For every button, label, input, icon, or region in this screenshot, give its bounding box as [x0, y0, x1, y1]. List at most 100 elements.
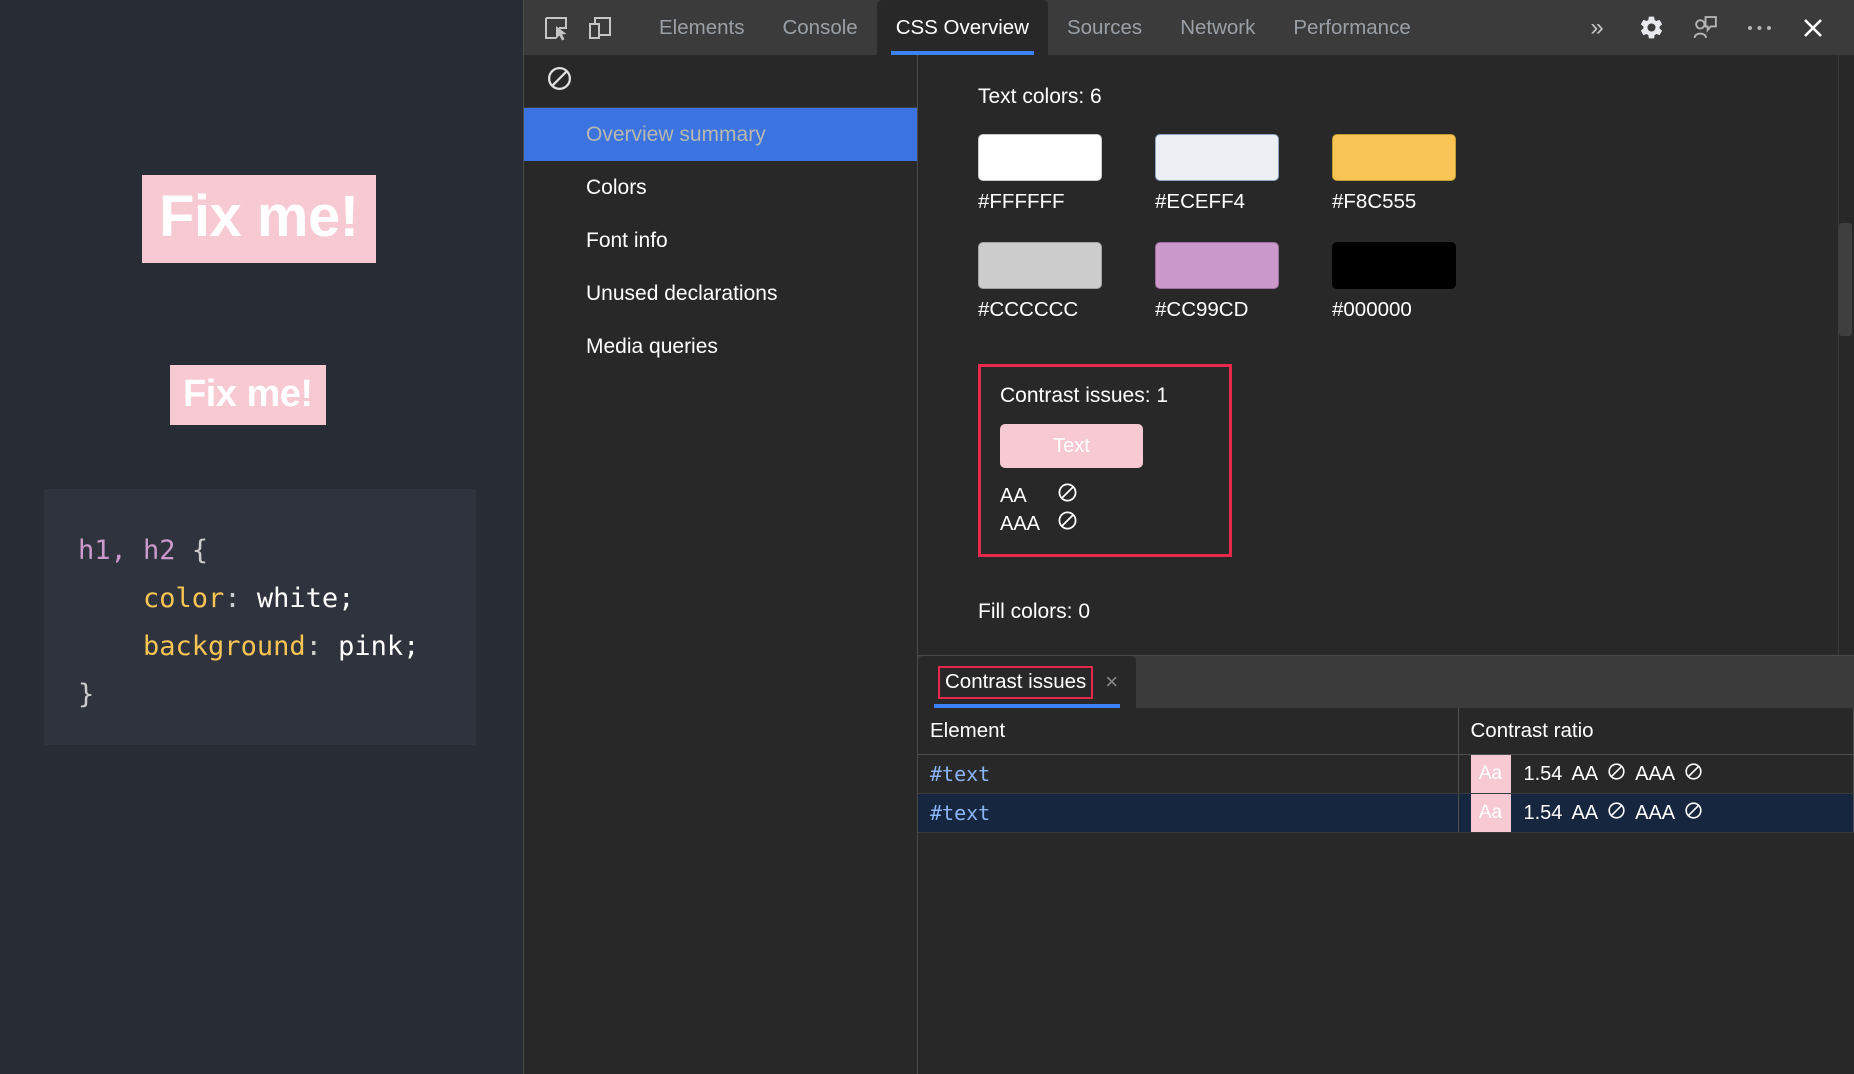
overview-scrollbar[interactable] — [1838, 55, 1854, 655]
row-aa-label: AA — [1571, 762, 1599, 785]
no-entry-icon[interactable] — [546, 65, 573, 97]
color-swatch-cccccc[interactable] — [978, 242, 1102, 289]
color-swatch-ffffff[interactable] — [978, 134, 1102, 181]
color-swatch-ffffff-label: #FFFFFF — [978, 190, 1065, 213]
code-colon-2: : — [305, 631, 339, 662]
swatch-cell: #000000 — [1332, 242, 1509, 322]
tab-sources[interactable]: Sources — [1048, 0, 1161, 55]
table-row[interactable]: #text Aa 1.54 AA AAA — [918, 754, 1854, 794]
swatch-cell: #ECEFF4 — [1155, 134, 1332, 214]
color-swatch-000000-label: #000000 — [1332, 298, 1412, 321]
rendered-page-viewport: Fix me! Fix me! h1, h2 { color: white; b… — [0, 0, 524, 1074]
table-header-row: Element Contrast ratio — [918, 708, 1854, 755]
devtools-panel: Elements Console CSS Overview Sources Ne… — [524, 0, 1854, 1074]
row-aaa-label: AAA — [1635, 762, 1676, 785]
devtools-tabbar: Elements Console CSS Overview Sources Ne… — [524, 0, 1854, 55]
code-close-brace: } — [78, 679, 95, 710]
sidebar-item-unused-declarations[interactable]: Unused declarations — [524, 267, 917, 320]
color-swatch-f8c555[interactable] — [1332, 134, 1456, 181]
aaa-fail-icon — [1057, 510, 1078, 538]
ratio-text-group: 1.54 AA AAA — [1524, 801, 1704, 826]
page-heading-1: Fix me! — [142, 175, 376, 263]
css-code-block: h1, h2 { color: white; background: pink;… — [44, 489, 476, 745]
more-tabs-chevron-icon[interactable]: » — [1570, 6, 1624, 50]
ratio-cell-inner: Aa 1.54 AA AAA — [1470, 755, 1854, 793]
color-swatch-f8c555-label: #F8C555 — [1332, 190, 1417, 213]
devtools-main-column: Text colors: 6 #FFFFFF #ECEFF4 #F8C555 #… — [918, 55, 1854, 1074]
drawer-tab-close-icon[interactable]: × — [1105, 669, 1118, 695]
code-value-white: white; — [256, 583, 355, 614]
row-aaa-label: AAA — [1635, 801, 1676, 824]
color-swatch-eceff4[interactable] — [1155, 134, 1279, 181]
more-options-icon[interactable] — [1732, 6, 1786, 50]
tab-elements[interactable]: Elements — [640, 0, 763, 55]
contrast-preview-chip: Aa — [1470, 755, 1511, 793]
code-selector: h1, h2 — [78, 535, 176, 566]
drawer-tab-bar: Contrast issues × — [918, 656, 1854, 708]
cell-element[interactable]: #text — [918, 793, 1459, 833]
aa-fail-icon — [1057, 482, 1078, 510]
row-aa-fail-icon — [1607, 801, 1626, 826]
column-header-contrast-ratio[interactable]: Contrast ratio — [1458, 708, 1854, 755]
feedback-icon[interactable] — [1678, 6, 1732, 50]
contrast-aa-label: AA — [1000, 484, 1027, 507]
tab-css-overview-label: CSS Overview — [895, 15, 1029, 39]
sidebar-item-colors[interactable]: Colors — [524, 161, 917, 214]
text-colors-swatch-grid: #FFFFFF #ECEFF4 #F8C555 #CCCCCC #CC99CD … — [978, 134, 1648, 350]
page-heading-2-wrap: Fix me! — [170, 365, 326, 425]
page-heading-2: Fix me! — [170, 365, 326, 425]
contrast-issues-card: Contrast issues: 1 Text AA AAA — [978, 364, 1232, 557]
tab-sources-label: Sources — [1066, 15, 1143, 39]
swatch-cell: #FFFFFF — [978, 134, 1155, 214]
fill-colors-title: Fill colors: 0 — [978, 600, 1091, 623]
column-header-element[interactable]: Element — [918, 708, 1459, 755]
device-toolbar-icon[interactable] — [578, 6, 622, 50]
tab-performance[interactable]: Performance — [1274, 0, 1429, 55]
contrast-issue-sample-chip[interactable]: Text — [1000, 424, 1143, 468]
color-swatch-000000[interactable] — [1332, 242, 1456, 289]
overview-scrollbar-thumb[interactable] — [1839, 223, 1852, 336]
sidebar-item-font-info[interactable]: Font info — [524, 214, 917, 267]
gear-icon[interactable] — [1624, 6, 1678, 50]
cell-contrast-ratio[interactable]: Aa 1.54 AA AAA — [1458, 754, 1854, 794]
element-name: #text — [930, 761, 991, 786]
cell-element[interactable]: #text — [918, 754, 1459, 794]
devtools-body: Overview summary Colors Font info Unused… — [524, 55, 1854, 1074]
sidebar-item-overview-summary[interactable]: Overview summary — [524, 108, 917, 161]
row-aaa-fail-icon — [1684, 801, 1703, 826]
tab-network[interactable]: Network — [1161, 0, 1274, 55]
more-tabs-label: » — [1590, 13, 1604, 41]
devtools-tab-list: Elements Console CSS Overview Sources Ne… — [640, 0, 1430, 55]
tab-console[interactable]: Console — [763, 0, 876, 55]
tab-elements-label: Elements — [659, 15, 745, 39]
code-property-background: background — [143, 631, 306, 662]
contrast-issues-table: Element Contrast ratio #text Aa 1.54 AA … — [918, 708, 1854, 833]
text-colors-title: Text colors: 6 — [978, 85, 1102, 108]
close-icon[interactable] — [1786, 6, 1840, 50]
table-row[interactable]: #text Aa 1.54 AA AAA — [918, 793, 1854, 833]
element-name: #text — [930, 800, 991, 825]
sidebar-item-unused-declarations-label: Unused declarations — [586, 281, 778, 305]
color-swatch-eceff4-label: #ECEFF4 — [1155, 190, 1245, 213]
drawer-tab-contrast-issues-label: Contrast issues — [938, 665, 1094, 699]
ratio-text-group: 1.54 AA AAA — [1524, 762, 1704, 787]
sidebar-item-media-queries[interactable]: Media queries — [524, 320, 917, 373]
color-swatch-cc99cd-label: #CC99CD — [1155, 298, 1249, 321]
drawer-tab-contrast-issues[interactable]: Contrast issues × — [918, 656, 1137, 708]
swatch-cell: #CCCCCC — [978, 242, 1155, 322]
page-heading-1-wrap: Fix me! — [142, 175, 376, 263]
cell-contrast-ratio[interactable]: Aa 1.54 AA AAA — [1458, 793, 1854, 833]
inspect-element-icon[interactable] — [534, 6, 578, 50]
code-open-brace: { — [191, 535, 209, 566]
sidebar-item-overview-summary-label: Overview summary — [586, 122, 766, 146]
swatch-cell: #CC99CD — [1155, 242, 1332, 322]
color-swatch-cccccc-label: #CCCCCC — [978, 298, 1079, 321]
css-overview-summary-pane: Text colors: 6 #FFFFFF #ECEFF4 #F8C555 #… — [918, 55, 1854, 656]
tab-css-overview[interactable]: CSS Overview — [876, 0, 1048, 55]
contrast-aa-row: AA — [1000, 482, 1209, 510]
overview-content: Text colors: 6 #FFFFFF #ECEFF4 #F8C555 #… — [918, 55, 1854, 624]
color-swatch-cc99cd[interactable] — [1155, 242, 1279, 289]
sidebar-item-font-info-label: Font info — [586, 228, 668, 252]
sidebar-item-media-queries-label: Media queries — [586, 334, 718, 358]
code-colon-1: : — [224, 583, 257, 614]
